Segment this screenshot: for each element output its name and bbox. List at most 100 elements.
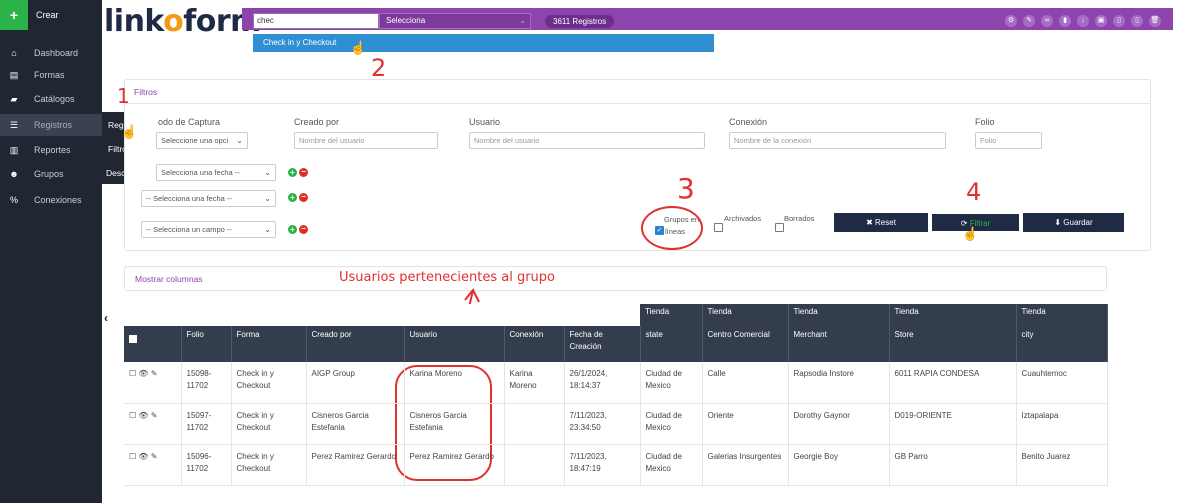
mobile-icon[interactable]: ▯: [1131, 15, 1143, 27]
mostrar-columnas-link[interactable]: Mostrar columnas: [135, 274, 203, 284]
cell-city: Benito Juarez: [1016, 444, 1108, 486]
crear-button[interactable]: Crear: [28, 10, 59, 20]
cell-state: Ciudad de Mexico: [640, 444, 703, 486]
form-select[interactable]: Selecciona ⌄: [379, 13, 531, 29]
annotation-number: 3: [677, 172, 695, 205]
users-icon: ☻: [9, 169, 19, 179]
folio-input[interactable]: Folio: [975, 132, 1042, 149]
folio-label: Folio: [975, 117, 995, 127]
pencil-icon[interactable]: ✎: [1023, 15, 1035, 27]
pointer-hand-icon: ☝: [121, 124, 138, 139]
view-icon[interactable]: 👁: [138, 411, 148, 420]
remove-filter-icon[interactable]: −: [299, 193, 308, 202]
gear-icon[interactable]: ⚙: [1005, 15, 1017, 27]
annotation-note: Usuarios pertenecientes al grupo: [339, 270, 555, 285]
cell-city: Iztapalapa: [1016, 403, 1108, 445]
upload-icon[interactable]: ▣: [1095, 15, 1107, 27]
cell-store: GB Parro: [889, 444, 1017, 486]
view-icon[interactable]: 👁: [138, 452, 148, 461]
row-actions[interactable]: ☐ 👁 ✎: [124, 444, 182, 486]
column-header[interactable]: Fecha de Creación: [564, 326, 641, 362]
binoculars-icon[interactable]: ∞: [1041, 15, 1053, 27]
column-header[interactable]: Usuario: [404, 326, 505, 362]
download-icon[interactable]: ↓: [1077, 15, 1089, 27]
borrados-checkbox[interactable]: [775, 223, 784, 232]
view-icon[interactable]: 👁: [138, 369, 148, 378]
cell-folio: 15096-11702: [181, 444, 232, 486]
creado-por-input[interactable]: Nombre del usuario: [294, 132, 438, 149]
plus-icon[interactable]: +: [0, 0, 28, 30]
column-header[interactable]: Forma: [231, 326, 307, 362]
conexion-input[interactable]: Nombre de la conexión: [729, 132, 946, 149]
metodo-label: odo de Captura: [158, 117, 221, 127]
pencil-icon[interactable]: ✎: [151, 452, 158, 461]
fecha-select-2[interactable]: -- Selecciona una fecha -- ⌄: [141, 190, 276, 207]
pencil-icon[interactable]: ✎: [151, 411, 158, 420]
sidebar-item-catalogos[interactable]: ▰ Catálogos: [0, 88, 102, 110]
group-header: Tienda: [889, 304, 1017, 326]
cell-conexion: Karina Moreno: [504, 362, 565, 404]
column-header[interactable]: Creado por: [306, 326, 405, 362]
table-row[interactable]: ☐ 👁 ✎ 15097-11702 Check in y Checkout Ci…: [124, 403, 1108, 445]
filters-title[interactable]: Filtros: [134, 87, 157, 97]
column-header[interactable]: Folio: [181, 326, 232, 362]
column-header[interactable]: state: [640, 326, 703, 362]
row-actions[interactable]: ☐ 👁 ✎: [124, 403, 182, 445]
annotation-number: 4: [966, 178, 982, 206]
table-row[interactable]: ☐ 👁 ✎ 15098-11702 Check in y Checkout AI…: [124, 362, 1108, 404]
mostrar-columnas-panel: [124, 266, 1107, 291]
add-filter-icon[interactable]: +: [288, 225, 297, 234]
cell-state: Ciudad de Mexico: [640, 403, 703, 445]
spacer: [124, 304, 640, 326]
sidebar-item-formas[interactable]: ▤ Formas: [0, 64, 102, 86]
chevron-left-icon[interactable]: ‹: [104, 311, 108, 325]
creado-label: Creado por: [294, 117, 340, 127]
cell-usuario: Perez Ramirez Gerardo: [404, 444, 505, 486]
remove-filter-icon[interactable]: −: [299, 225, 308, 234]
campo-select[interactable]: -- Selecciona un campo -- ⌄: [141, 221, 276, 238]
chevron-down-icon: ⌄: [264, 194, 271, 203]
column-header[interactable]: Merchant: [788, 326, 890, 362]
registros-count-badge: 3611 Registros: [545, 15, 615, 28]
sidebar-item-grupos[interactable]: ☻ Grupos: [0, 163, 102, 185]
remove-filter-icon[interactable]: −: [299, 168, 308, 177]
archivados-checkbox[interactable]: [714, 223, 723, 232]
cell-store: 6011 RAPIA CONDESA: [889, 362, 1017, 404]
cell-centro: Oriente: [702, 403, 789, 445]
guardar-button[interactable]: ⬇ Guardar: [1023, 213, 1124, 232]
add-filter-icon[interactable]: +: [288, 193, 297, 202]
metodo-select[interactable]: Seleccione una opci ⌄: [156, 132, 248, 149]
cell-creado: Cisneros Garcia Estefania: [306, 403, 405, 445]
document-icon[interactable]: ▮: [1059, 15, 1071, 27]
reset-button[interactable]: ✖ Reset: [834, 213, 928, 232]
pencil-icon[interactable]: ✎: [151, 369, 158, 378]
cell-forma: Check in y Checkout: [231, 444, 307, 486]
sidebar-item-dashboard[interactable]: ⌂ Dashboard: [0, 42, 102, 64]
sidebar-item-reportes[interactable]: ▥ Reportes: [0, 139, 102, 161]
chart-icon: ▥: [9, 144, 19, 155]
row-actions[interactable]: ☐ 👁 ✎: [124, 362, 182, 404]
cell-store: D019-ORIENTE: [889, 403, 1017, 445]
search-suggestion[interactable]: Check in y Checkout: [253, 34, 714, 52]
pointer-hand-icon: ☝: [350, 40, 367, 55]
search-input[interactable]: chec: [253, 13, 379, 29]
table-row[interactable]: ☐ 👁 ✎ 15096-11702 Check in y Checkout Pe…: [124, 444, 1108, 486]
column-header[interactable]: city: [1016, 326, 1108, 362]
chevron-down-icon: ⌄: [264, 168, 271, 177]
trash-icon[interactable]: 🗑: [1149, 15, 1161, 27]
column-header[interactable]: Conexión: [504, 326, 565, 362]
usuario-input[interactable]: Nombre del usuario: [469, 132, 705, 149]
column-header[interactable]: Centro Comercial: [702, 326, 789, 362]
chevron-down-icon: ⌄: [264, 225, 271, 234]
columns-icon[interactable]: ▯: [1113, 15, 1125, 27]
column-header[interactable]: Store: [889, 326, 1017, 362]
cell-creado: Perez Ramirez Gerardo: [306, 444, 405, 486]
add-filter-icon[interactable]: +: [288, 168, 297, 177]
close-icon: ✖: [866, 218, 876, 227]
file-icon: ▤: [9, 69, 19, 80]
cell-folio: 15097-11702: [181, 403, 232, 445]
select-all-checkbox[interactable]: [124, 326, 182, 362]
sidebar-item-conexiones[interactable]: % Conexiones: [0, 189, 102, 211]
sidebar-item-registros[interactable]: ☰ Registros: [0, 114, 102, 136]
fecha-select-1[interactable]: Selecciona una fecha -- ⌄: [156, 164, 276, 181]
